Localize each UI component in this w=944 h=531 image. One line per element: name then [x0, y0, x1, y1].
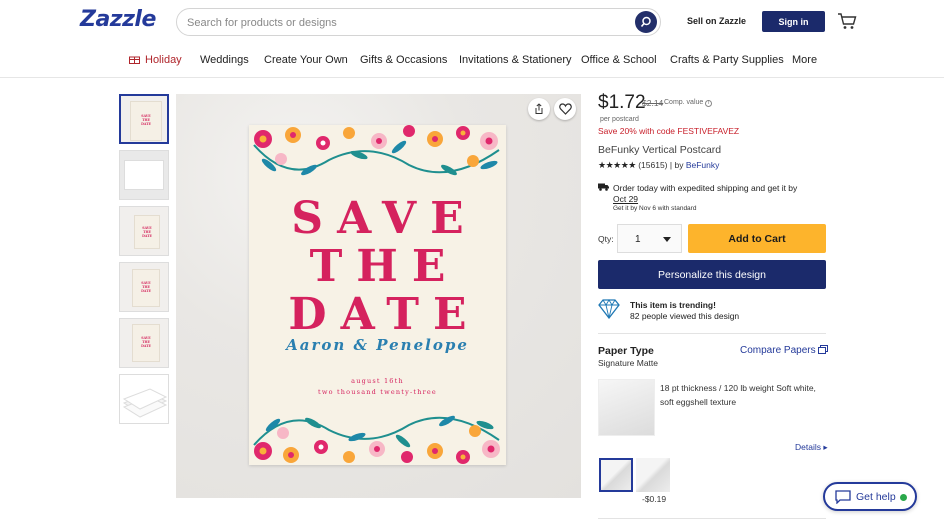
search-button[interactable] [635, 11, 657, 33]
nav-item-gifts-occasions[interactable]: Gifts & Occasions [360, 54, 447, 66]
paper-description: 18 pt thickness / 120 lb weight Soft whi… [660, 383, 816, 407]
paper-texture-image [598, 379, 655, 436]
review-count[interactable]: (15615) [638, 160, 667, 170]
nav-item-weddings[interactable]: Weddings [200, 54, 249, 66]
thumbnail-scene-2[interactable]: SAVE THE DATE [119, 262, 169, 312]
zazzle-logo[interactable]: Zazzle [80, 7, 156, 32]
nav-item-crafts-party[interactable]: Crafts & Party Supplies [670, 54, 784, 66]
truck-icon [598, 183, 609, 191]
promo-text: Save 20% with code FESTIVEFAVEZ [598, 126, 740, 136]
thumbnail-paper-stack[interactable] [119, 374, 169, 424]
per-unit-label: per postcard [600, 116, 639, 123]
floral-border-top [253, 125, 500, 176]
card-title-line-1: SAVE [291, 193, 478, 244]
paper-stack-image [122, 388, 168, 418]
rating-stars[interactable]: ★★★★★ [598, 160, 636, 170]
section-divider [598, 333, 826, 334]
site-header: Zazzle Sell on Zazzle Sign in [0, 0, 944, 42]
trending-subtitle: 82 people viewed this design [630, 311, 740, 321]
thumbnail-card: SAVE THE DATE [134, 215, 160, 249]
swatch-price-diff: -$0.19 [642, 494, 667, 504]
favorite-button[interactable] [554, 98, 576, 120]
trending-title: This item is trending! [630, 300, 716, 310]
thumbnail-text: DATE [141, 289, 151, 293]
thumbnail-card: SAVE THE DATE [132, 269, 160, 307]
share-button[interactable] [528, 98, 550, 120]
sell-on-zazzle-link[interactable]: Sell on Zazzle [687, 16, 746, 26]
get-help-label: Get help [856, 491, 896, 503]
card-date: august 16th [351, 377, 404, 385]
product-name: BeFunky Vertical Postcard [598, 144, 722, 156]
quantity-select[interactable]: 1 [617, 224, 682, 253]
nav-item-invitations-stationery[interactable]: Invitations & Stationery [459, 54, 572, 66]
thumbnail-back[interactable] [119, 150, 169, 200]
sign-in-button[interactable]: Sign in [762, 11, 825, 32]
heart-icon [558, 103, 572, 115]
personalize-button[interactable]: Personalize this design [598, 260, 826, 289]
share-icon [535, 103, 543, 114]
save-the-date-card: SAVE THE DATE Aaron & Penelope august 16… [249, 125, 506, 465]
shipping-standard-text: Get it by Nov 6 with standard [613, 205, 697, 212]
cart-icon[interactable] [836, 10, 858, 32]
section-divider [598, 518, 826, 519]
search-input[interactable] [187, 14, 627, 32]
original-price: $2.14 [642, 98, 664, 108]
card-title-line-3: DATE [288, 289, 481, 340]
main-product-image[interactable]: SAVE THE DATE Aaron & Penelope august 16… [176, 94, 581, 498]
nav-item-office-school[interactable]: Office & School [581, 54, 657, 66]
rating-row: ★★★★★ (15615) | by BeFunky [598, 160, 719, 171]
compare-papers-link[interactable]: Compare Papers [740, 345, 829, 356]
card-names: Aaron & Penelope [286, 336, 469, 354]
selected-paper-name: Signature Matte [598, 358, 659, 368]
search-bar[interactable] [176, 8, 661, 36]
gift-icon [129, 56, 140, 64]
qty-label: Qty: [598, 234, 614, 244]
search-icon [640, 16, 651, 28]
thumbnail-card: SAVE THE DATE [132, 324, 160, 362]
thumbnail-front[interactable]: SAVE THE DATE [119, 94, 169, 144]
price: $1.72 [598, 92, 646, 113]
chevron-down-icon [663, 237, 671, 242]
info-icon[interactable]: i [705, 100, 713, 107]
nav-item-create-your-own[interactable]: Create Your Own [264, 54, 348, 66]
seller-link[interactable]: BeFunky [686, 160, 720, 170]
paper-swatch-signature-matte[interactable] [599, 458, 633, 492]
nav-item-more[interactable]: More [792, 54, 817, 66]
nav-item-label: Holiday [145, 54, 182, 66]
thumbnail-text: DATE [141, 344, 151, 348]
add-to-cart-button[interactable]: Add to Cart [688, 224, 826, 253]
compare-papers-label: Compare Papers [740, 345, 816, 356]
details-link[interactable]: Details ▸ [795, 442, 828, 453]
card-title-line-2: THE [309, 241, 460, 292]
category-nav: Holiday Weddings Create Your Own Gifts &… [0, 44, 944, 78]
thumbnail-text: DATE [141, 122, 151, 126]
floral-border-bottom [253, 415, 500, 464]
thumbnail-text: DATE [142, 234, 152, 238]
thumbnail-scene-3[interactable]: SAVE THE DATE [119, 318, 169, 368]
thumbnail-scene-1[interactable]: SAVE THE DATE [119, 206, 169, 256]
paper-swatch-option-2[interactable] [636, 458, 670, 492]
paper-type-heading: Paper Type [598, 345, 654, 357]
shipping-date-link[interactable]: Oct 29 [613, 194, 638, 204]
chat-icon [835, 490, 851, 504]
get-help-button[interactable]: Get help [823, 482, 917, 511]
comp-value-text: Comp. value [664, 99, 704, 106]
nav-item-holiday[interactable]: Holiday [129, 54, 182, 66]
diamond-icon [598, 299, 620, 319]
compare-icon [818, 345, 829, 354]
comp-value-label: Comp. value i [664, 99, 713, 107]
postcard-back [124, 160, 164, 190]
by-label: | by [669, 160, 684, 170]
quantity-value: 1 [635, 234, 641, 245]
shipping-text: Order today with expedited shipping and … [613, 183, 798, 193]
online-status-dot [900, 494, 907, 501]
thumbnail-card: SAVE THE DATE [130, 101, 162, 141]
